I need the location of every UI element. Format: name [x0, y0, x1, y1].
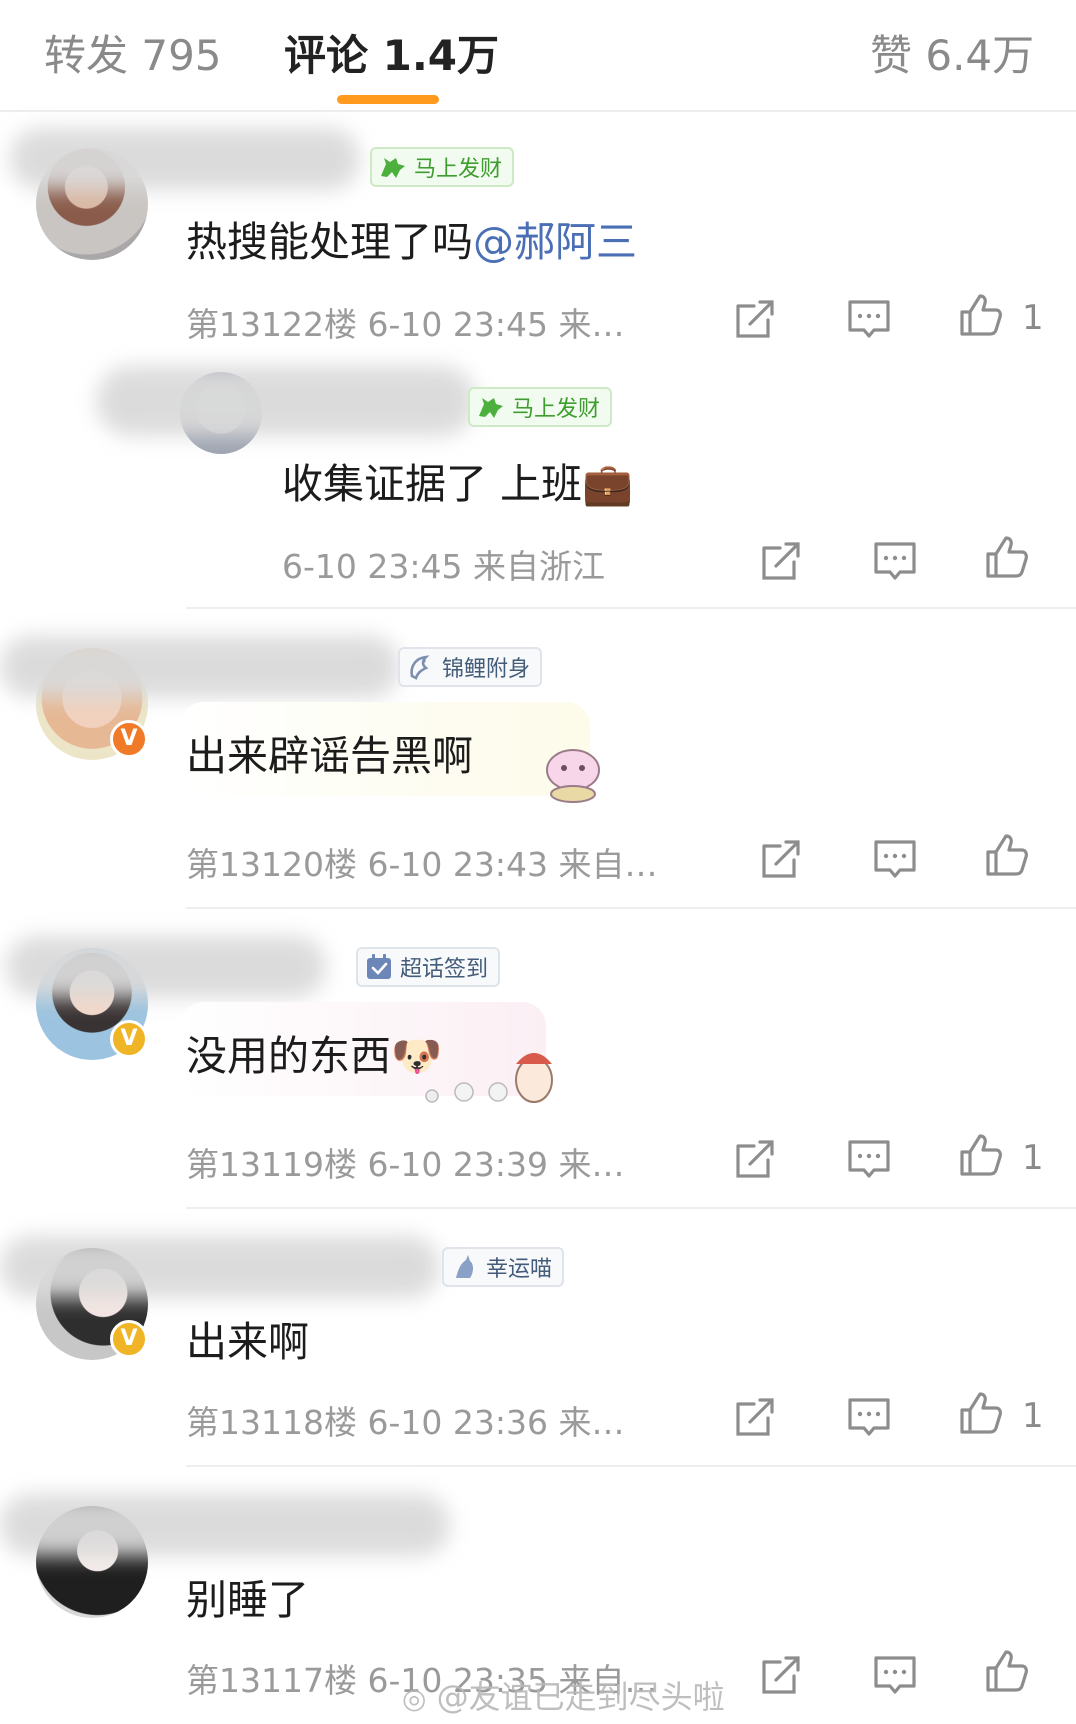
fan-badge[interactable]: 幸运喵 [442, 1247, 565, 1287]
divider [186, 607, 1076, 609]
username-redacted [0, 636, 400, 698]
repost-icon[interactable] [758, 836, 804, 882]
fan-badge[interactable]: 超话签到 [356, 947, 501, 987]
username-redacted [96, 366, 476, 436]
reply-icon[interactable] [846, 1394, 892, 1440]
reply-icon[interactable] [846, 296, 892, 342]
comment-tabs: 转发 795 评论 1.4万 赞 6.4万 [0, 0, 1076, 112]
verified-icon: V [110, 1320, 148, 1358]
like-icon[interactable] [958, 1132, 1004, 1178]
divider [186, 907, 1076, 909]
comment-meta: 第13118楼 6-10 23:36 来… [186, 1403, 625, 1442]
like-count: 1 [1022, 1396, 1044, 1436]
badge-label: 锦鲤附身 [442, 657, 531, 682]
like-icon[interactable] [958, 1390, 1004, 1436]
comment-text: 出来辟谣告黑啊 [186, 732, 473, 780]
sticker-icon [546, 749, 600, 803]
repost-icon[interactable] [758, 538, 804, 584]
horse-icon [381, 158, 405, 178]
like-icon[interactable] [958, 292, 1004, 338]
reply-icon[interactable] [872, 836, 918, 882]
divider [186, 1465, 1076, 1467]
weibo-logo-icon: ◎ [402, 1682, 427, 1715]
verified-icon: V [110, 720, 148, 758]
comment-meta: 第13122楼 6-10 23:45 来… [186, 305, 625, 344]
badge-label: 超话签到 [400, 957, 489, 982]
cat-icon [456, 1255, 473, 1278]
repost-icon[interactable] [732, 1394, 778, 1440]
watermark: ◎ @友谊已走到尽头啦 [402, 1672, 725, 1718]
fan-badge[interactable]: 马上发财 [468, 387, 613, 427]
comment-text: 别睡了 [186, 1576, 309, 1624]
comment-meta: 6-10 23:45 来自浙江 [282, 547, 605, 586]
fan-badge[interactable]: 锦鲤附身 [398, 647, 543, 687]
badge-label: 马上发财 [512, 397, 601, 422]
verified-icon: V [110, 1020, 148, 1058]
dog-emoji-icon: 🐶 [391, 1032, 443, 1080]
comment-text: 热搜能处理了吗@郝阿三 [186, 208, 637, 268]
fan-badge[interactable]: 马上发财 [370, 147, 515, 187]
like-count: 1 [1022, 298, 1044, 338]
tab-likes[interactable]: 赞 6.4万 [870, 22, 1034, 83]
like-icon[interactable] [984, 832, 1030, 878]
like-count: 1 [1022, 1138, 1044, 1178]
comment-text: 没用的东西🐶 [186, 1022, 442, 1082]
comment-text: 出来啊 [186, 1318, 309, 1366]
badge-label: 幸运喵 [486, 1257, 553, 1282]
reply-icon[interactable] [846, 1136, 892, 1182]
watermark-text: @友谊已走到尽头啦 [436, 1678, 725, 1716]
repost-icon[interactable] [758, 1652, 804, 1698]
active-tab-indicator [337, 95, 439, 104]
comment-body: 没用的东西 [186, 1032, 391, 1080]
username-redacted [10, 128, 360, 190]
briefcase-icon: 💼 [582, 460, 634, 508]
comment-meta: 第13119楼 6-10 23:39 来… [186, 1145, 625, 1184]
badge-label: 马上发财 [414, 157, 503, 182]
comment-text: 收集证据了 上班💼 [282, 450, 633, 510]
koi-icon [410, 655, 430, 680]
comment-meta: 第13120楼 6-10 23:43 来自… [186, 845, 658, 884]
comment-body: 收集证据了 上班 [282, 460, 583, 508]
repost-icon[interactable] [732, 296, 778, 342]
repost-icon[interactable] [732, 1136, 778, 1182]
mention-link[interactable]: @郝阿三 [473, 218, 637, 266]
checkin-icon [367, 954, 391, 979]
reply-icon[interactable] [872, 538, 918, 584]
divider [186, 1207, 1076, 1209]
comment-body: 热搜能处理了吗 [186, 218, 473, 266]
tab-comments[interactable]: 评论 1.4万 [284, 22, 499, 83]
tab-repost[interactable]: 转发 795 [44, 22, 222, 83]
username-redacted [0, 1236, 440, 1298]
reply-icon[interactable] [872, 1652, 918, 1698]
username-redacted [6, 936, 326, 998]
like-icon[interactable] [984, 1648, 1030, 1694]
like-icon[interactable] [984, 534, 1030, 580]
horse-icon [479, 398, 503, 418]
username-redacted [0, 1494, 450, 1556]
